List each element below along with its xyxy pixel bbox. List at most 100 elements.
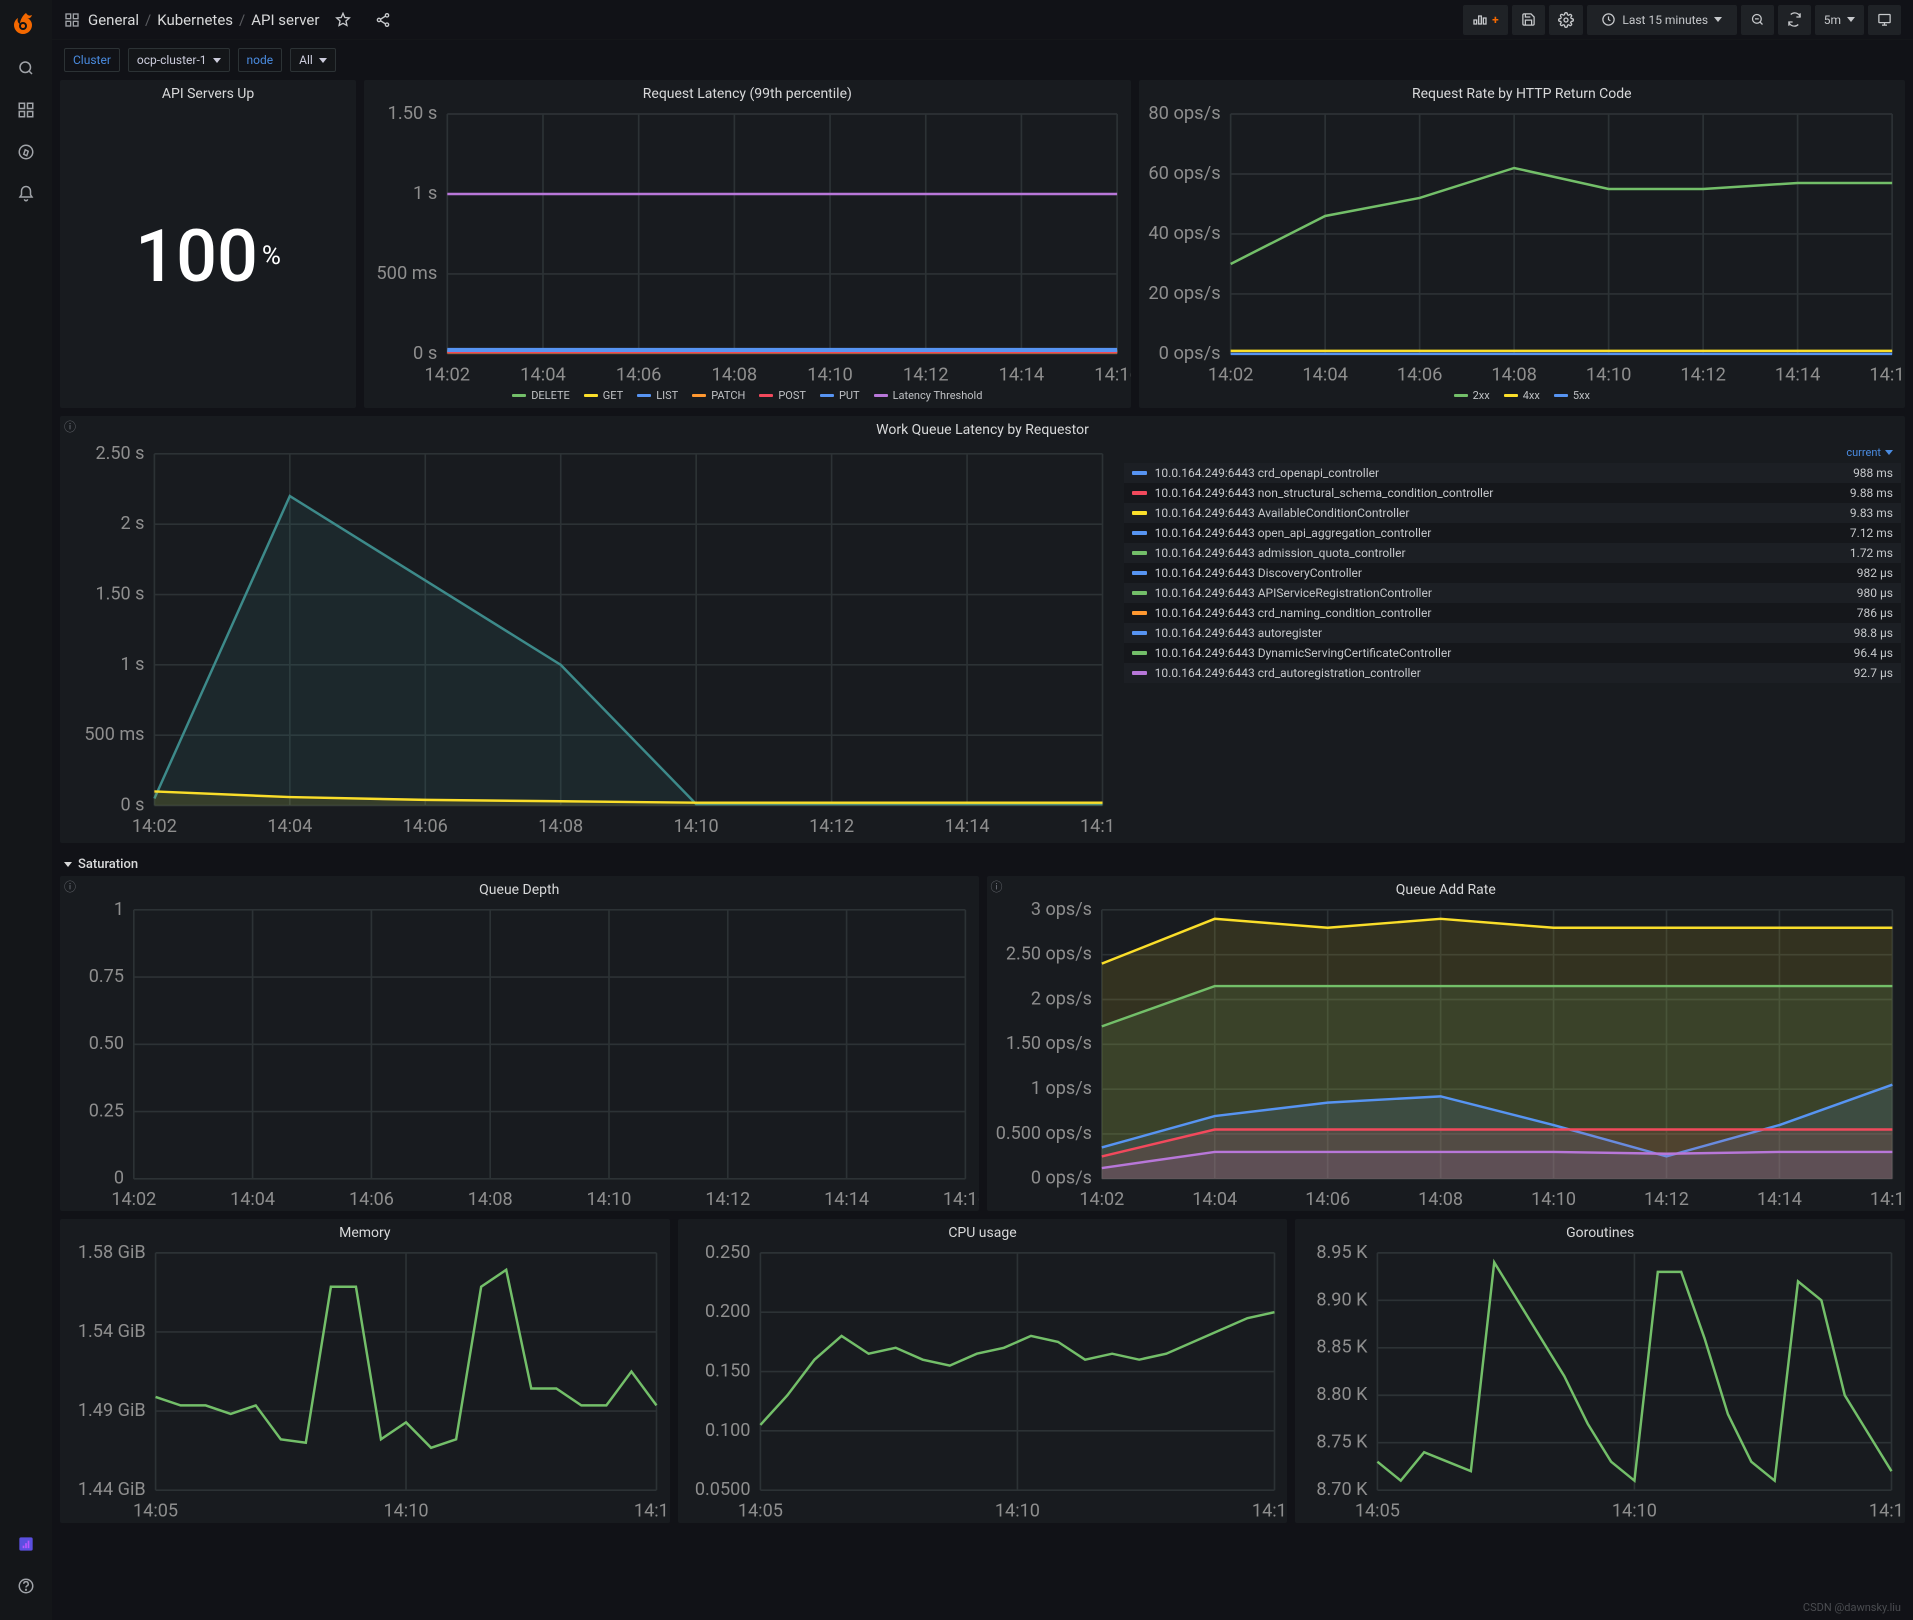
chevron-down-icon bbox=[213, 58, 221, 63]
panel-api-servers-up[interactable]: API Servers Up 100% bbox=[60, 80, 356, 408]
legend-sort-header[interactable]: current bbox=[1124, 444, 1901, 463]
svg-text:14:04: 14:04 bbox=[1192, 1189, 1237, 1210]
legend-row[interactable]: 10.0.164.249:6443 crd_naming_condition_c… bbox=[1124, 603, 1901, 623]
legend-row[interactable]: 10.0.164.249:6443 APIServiceRegistration… bbox=[1124, 583, 1901, 603]
kiosk-button[interactable] bbox=[1868, 5, 1901, 35]
svg-text:1.50 s: 1.50 s bbox=[388, 104, 438, 124]
legend-item[interactable]: Latency Threshold bbox=[874, 389, 983, 402]
svg-text:0.50: 0.50 bbox=[89, 1033, 124, 1054]
svg-text:1 ops/s: 1 ops/s bbox=[1030, 1078, 1091, 1099]
panel-title: API Servers Up bbox=[60, 80, 356, 104]
svg-text:8.90 K: 8.90 K bbox=[1317, 1290, 1369, 1311]
legend-item[interactable]: DELETE bbox=[512, 389, 570, 402]
legend-item[interactable]: PATCH bbox=[692, 389, 745, 402]
panel-title: Work Queue Latency by Requestor bbox=[60, 416, 1905, 440]
template-variable-bar: Cluster ocp-cluster-1 node All bbox=[52, 40, 1913, 80]
svg-text:8.70 K: 8.70 K bbox=[1317, 1479, 1369, 1500]
legend-item[interactable]: POST bbox=[759, 389, 806, 402]
info-icon[interactable]: ⓘ bbox=[64, 878, 76, 895]
panel-queue-depth[interactable]: ⓘ Queue Depth 00.250.500.75114:0214:0414… bbox=[60, 876, 979, 1212]
info-icon[interactable]: ⓘ bbox=[991, 878, 1003, 895]
time-range-label: Last 15 minutes bbox=[1622, 13, 1708, 27]
panel-queue-add-rate[interactable]: ⓘ Queue Add Rate 0 ops/s0.500 ops/s1 ops… bbox=[987, 876, 1906, 1212]
info-icon[interactable]: ⓘ bbox=[64, 418, 76, 435]
legend-item[interactable]: 2xx bbox=[1454, 389, 1490, 402]
svg-text:14:14: 14:14 bbox=[1756, 1189, 1801, 1210]
breadcrumb-page[interactable]: API server bbox=[251, 11, 319, 29]
svg-text:14:14: 14:14 bbox=[824, 1189, 869, 1210]
svg-text:14:05: 14:05 bbox=[133, 1501, 178, 1522]
legend-item[interactable]: 5xx bbox=[1554, 389, 1590, 402]
legend-item[interactable]: LIST bbox=[637, 389, 678, 402]
panel-work-queue-latency[interactable]: ⓘ Work Queue Latency by Requestor 0 s500… bbox=[60, 416, 1905, 842]
svg-text:1.49 GiB: 1.49 GiB bbox=[78, 1400, 146, 1421]
legend-row[interactable]: 10.0.164.249:6443 non_structural_schema_… bbox=[1124, 483, 1901, 503]
legend-row[interactable]: 10.0.164.249:6443 admission_quota_contro… bbox=[1124, 543, 1901, 563]
dashboards-icon[interactable] bbox=[8, 92, 44, 128]
legend-row[interactable]: 10.0.164.249:6443 DiscoveryController982… bbox=[1124, 563, 1901, 583]
topbar: General / Kubernetes / API server + Last… bbox=[52, 0, 1913, 40]
legend-item[interactable]: PUT bbox=[820, 389, 860, 402]
chevron-down-icon bbox=[319, 58, 327, 63]
panel-goroutines[interactable]: Goroutines 8.70 K8.75 K8.80 K8.85 K8.90 … bbox=[1295, 1219, 1905, 1523]
var-select-node[interactable]: All bbox=[290, 48, 336, 72]
breadcrumb-home[interactable]: General bbox=[88, 11, 139, 29]
svg-text:14:14: 14:14 bbox=[999, 365, 1045, 386]
refresh-interval-button[interactable]: 5m bbox=[1815, 5, 1864, 35]
svg-text:1 s: 1 s bbox=[413, 183, 437, 204]
svg-text:0 ops/s: 0 ops/s bbox=[1030, 1167, 1091, 1188]
legend-item[interactable]: GET bbox=[584, 389, 623, 402]
svg-text:60 ops/s: 60 ops/s bbox=[1148, 163, 1220, 184]
panel-request-rate[interactable]: Request Rate by HTTP Return Code 0 ops/s… bbox=[1139, 80, 1905, 408]
svg-text:0 s: 0 s bbox=[121, 795, 145, 816]
panel-request-latency[interactable]: Request Latency (99th percentile) 0 s500… bbox=[364, 80, 1130, 408]
svg-text:0.100: 0.100 bbox=[705, 1420, 751, 1441]
svg-text:1.44 GiB: 1.44 GiB bbox=[78, 1479, 146, 1500]
svg-text:0.25: 0.25 bbox=[89, 1100, 124, 1121]
settings-button[interactable] bbox=[1549, 5, 1583, 35]
profile-icon[interactable] bbox=[8, 1526, 44, 1562]
legend-row[interactable]: 10.0.164.249:6443 AvailableConditionCont… bbox=[1124, 503, 1901, 523]
svg-text:0.250: 0.250 bbox=[705, 1243, 751, 1263]
svg-text:14:06: 14:06 bbox=[1396, 365, 1442, 386]
alerting-icon[interactable] bbox=[8, 176, 44, 212]
row-header-saturation[interactable]: Saturation bbox=[60, 851, 1905, 876]
svg-text:14:06: 14:06 bbox=[349, 1189, 394, 1210]
panel-title: Memory bbox=[60, 1219, 670, 1243]
svg-text:14:12: 14:12 bbox=[705, 1189, 750, 1210]
svg-text:14:14: 14:14 bbox=[945, 816, 990, 837]
legend-row[interactable]: 10.0.164.249:6443 crd_autoregistration_c… bbox=[1124, 663, 1901, 683]
help-icon[interactable] bbox=[8, 1568, 44, 1604]
add-panel-button[interactable]: + bbox=[1463, 5, 1508, 35]
legend-row[interactable]: 10.0.164.249:6443 crd_openapi_controller… bbox=[1124, 463, 1901, 483]
save-button[interactable] bbox=[1512, 5, 1545, 35]
svg-text:3 ops/s: 3 ops/s bbox=[1030, 900, 1091, 920]
share-icon[interactable] bbox=[367, 5, 399, 35]
time-picker-button[interactable]: Last 15 minutes bbox=[1587, 5, 1737, 35]
grafana-logo-icon[interactable] bbox=[8, 8, 44, 44]
svg-text:2 ops/s: 2 ops/s bbox=[1030, 988, 1091, 1009]
breadcrumb-folder[interactable]: Kubernetes bbox=[157, 11, 233, 29]
panel-title: Request Rate by HTTP Return Code bbox=[1139, 80, 1905, 104]
explore-icon[interactable] bbox=[8, 134, 44, 170]
panel-memory[interactable]: Memory 1.44 GiB1.49 GiB1.54 GiB1.58 GiB1… bbox=[60, 1219, 670, 1523]
panel-cpu[interactable]: CPU usage 0.05000.1000.1500.2000.25014:0… bbox=[678, 1219, 1288, 1523]
svg-text:14:05: 14:05 bbox=[1355, 1501, 1400, 1522]
svg-text:14:10: 14:10 bbox=[587, 1189, 632, 1210]
panel-grid-icon[interactable] bbox=[64, 12, 80, 28]
left-sidebar bbox=[0, 0, 52, 1620]
legend-row[interactable]: 10.0.164.249:6443 DynamicServingCertific… bbox=[1124, 643, 1901, 663]
svg-text:0.200: 0.200 bbox=[705, 1301, 751, 1322]
svg-text:14:15: 14:15 bbox=[1869, 1501, 1905, 1522]
legend-row[interactable]: 10.0.164.249:6443 open_api_aggregation_c… bbox=[1124, 523, 1901, 543]
watermark: CSDN @dawnsky.liu bbox=[1803, 1601, 1901, 1614]
search-icon[interactable] bbox=[8, 50, 44, 86]
svg-text:14:02: 14:02 bbox=[111, 1189, 156, 1210]
var-select-cluster[interactable]: ocp-cluster-1 bbox=[128, 48, 230, 72]
legend-item[interactable]: 4xx bbox=[1504, 389, 1540, 402]
legend-row[interactable]: 10.0.164.249:6443 autoregister98.8 µs bbox=[1124, 623, 1901, 643]
zoom-out-button[interactable] bbox=[1741, 5, 1774, 35]
refresh-button[interactable] bbox=[1778, 5, 1811, 35]
star-icon[interactable] bbox=[327, 5, 359, 35]
panel-title: Goroutines bbox=[1295, 1219, 1905, 1243]
